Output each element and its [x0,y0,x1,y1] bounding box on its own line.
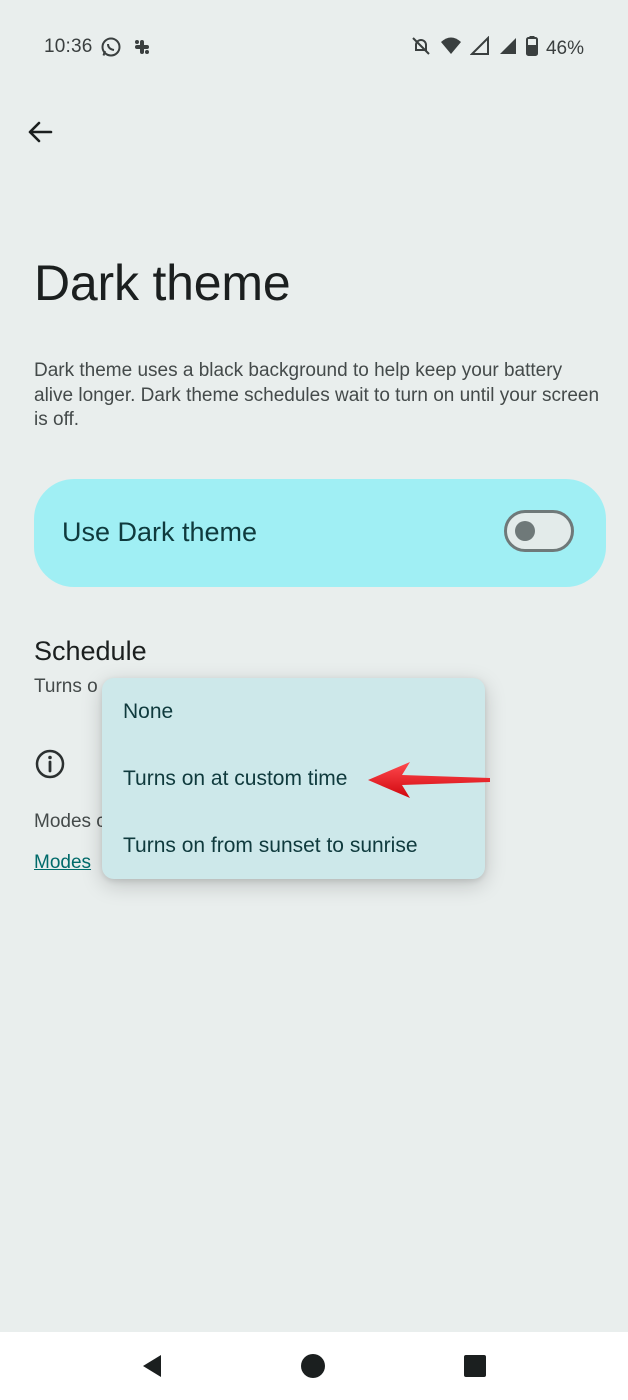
schedule-subtitle: Turns o [34,676,98,697]
nav-recents-button[interactable] [464,1355,486,1382]
wifi-icon [440,36,462,61]
back-icon [143,1355,161,1377]
info-icon [34,748,66,780]
nav-back-button[interactable] [140,1354,164,1383]
whatsapp-icon [100,36,122,63]
annotation-arrow-icon [368,762,490,798]
menu-item-none[interactable]: None [123,700,173,724]
use-dark-theme-label: Use Dark theme [62,517,258,547]
signal-icon [469,35,490,61]
dark-theme-toggle[interactable] [504,510,574,552]
menu-item-sunset-sunrise[interactable]: Turns on from sunset to sunrise [123,834,418,858]
signal-icon [498,36,518,61]
back-button[interactable] [22,114,58,150]
home-icon [301,1354,325,1378]
modes-text: Modes c [34,811,106,832]
use-dark-theme-row[interactable]: Use Dark theme [34,479,606,587]
status-right-icons: 46% [410,35,584,62]
status-left-icons [100,36,152,63]
page-description: Dark theme uses a black background to he… [34,360,600,430]
toggle-knob [515,521,535,541]
slack-icon [132,37,152,62]
modes-link[interactable]: Modes [34,852,91,874]
navigation-bar [0,1332,628,1400]
recents-icon [464,1355,486,1377]
page-title: Dark theme [34,255,291,311]
schedule-title[interactable]: Schedule [34,636,147,667]
status-bar: 10:36 46% [0,0,628,94]
battery-icon [525,36,538,61]
arrow-back-icon [28,121,53,143]
menu-item-custom-time[interactable]: Turns on at custom time [123,767,347,791]
status-time: 10:36 [44,36,93,57]
nav-home-button[interactable] [301,1354,325,1383]
mute-icon [410,35,432,62]
battery-percentage: 46% [545,37,584,59]
